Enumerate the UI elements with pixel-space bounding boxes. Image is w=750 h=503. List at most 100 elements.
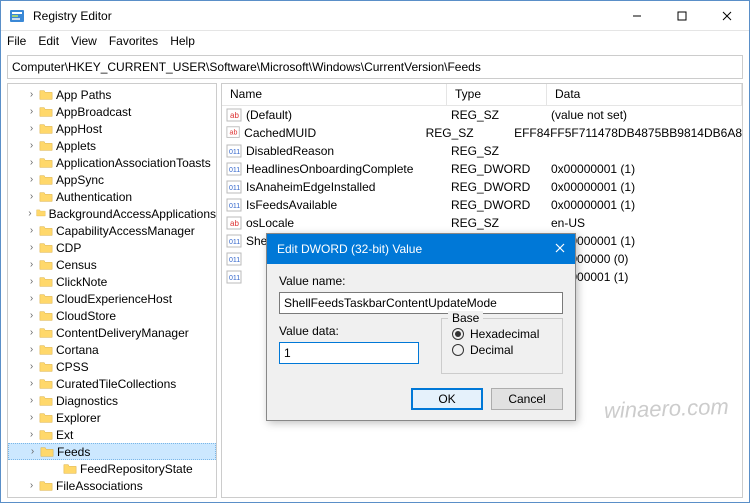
tree-item[interactable]: FeedRepositoryState — [8, 460, 216, 477]
expand-icon[interactable]: › — [26, 208, 34, 219]
cell-type: REG_DWORD — [451, 198, 551, 212]
menu-view[interactable]: View — [71, 34, 97, 48]
col-type[interactable]: Type — [447, 84, 547, 105]
radio-decimal[interactable]: Decimal — [452, 343, 552, 357]
tree-item[interactable]: ›CloudStore — [8, 307, 216, 324]
value-name-input[interactable] — [279, 292, 563, 314]
list-row[interactable]: 011DisabledReasonREG_SZ — [222, 142, 742, 160]
expand-icon[interactable]: › — [26, 89, 37, 100]
base-groupbox: Base Hexadecimal Decimal — [441, 318, 563, 374]
expand-icon[interactable]: › — [26, 140, 37, 151]
tree-item[interactable]: ›CDP — [8, 239, 216, 256]
tree-item-label: Census — [56, 258, 97, 272]
svg-text:011: 011 — [229, 239, 240, 246]
tree-pane[interactable]: ›App Paths›AppBroadcast›AppHost›Applets›… — [7, 83, 217, 498]
svg-text:011: 011 — [229, 257, 240, 264]
tree-item[interactable]: ›CloudExperienceHost — [8, 290, 216, 307]
expand-icon[interactable]: › — [26, 395, 37, 406]
tree-item-label: Diagnostics — [56, 394, 118, 408]
folder-icon — [39, 411, 53, 425]
tree-item[interactable]: ›Authentication — [8, 188, 216, 205]
folder-icon — [39, 343, 53, 357]
expand-icon[interactable]: › — [26, 344, 37, 355]
tree-item[interactable]: ›App Paths — [8, 86, 216, 103]
col-name[interactable]: Name — [222, 84, 447, 105]
value-icon: 011 — [226, 251, 242, 267]
svg-text:ab: ab — [230, 111, 239, 120]
expand-icon[interactable]: › — [26, 106, 37, 117]
folder-icon — [39, 173, 53, 187]
tree-item[interactable]: › Diagnostics — [8, 392, 216, 409]
close-button[interactable] — [704, 1, 749, 30]
list-row[interactable]: 011HeadlinesOnboardingCompleteREG_DWORD0… — [222, 160, 742, 178]
expand-icon[interactable]: › — [26, 327, 37, 338]
tree-item[interactable]: ›AppHost — [8, 120, 216, 137]
maximize-button[interactable] — [659, 1, 704, 30]
expand-icon[interactable]: › — [26, 361, 37, 372]
col-data[interactable]: Data — [547, 84, 742, 105]
tree-item-label: ContentDeliveryManager — [56, 326, 189, 340]
tree-item[interactable]: ›AppSync — [8, 171, 216, 188]
tree-item[interactable]: ›BackgroundAccessApplications — [8, 205, 216, 222]
list-row[interactable]: ab(Default)REG_SZ(value not set) — [222, 106, 742, 124]
expand-icon[interactable]: › — [26, 157, 37, 168]
menubar: File Edit View Favorites Help — [1, 31, 749, 51]
list-row[interactable]: 011IsFeedsAvailableREG_DWORD0x00000001 (… — [222, 196, 742, 214]
address-bar[interactable]: Computer\HKEY_CURRENT_USER\Software\Micr… — [7, 55, 743, 79]
list-row[interactable]: 011IsAnaheimEdgeInstalledREG_DWORD0x0000… — [222, 178, 742, 196]
tree-item[interactable]: ›ClickNote — [8, 273, 216, 290]
expand-icon[interactable]: › — [26, 225, 37, 236]
menu-help[interactable]: Help — [170, 34, 195, 48]
tree-item[interactable]: › Ext — [8, 426, 216, 443]
svg-text:011: 011 — [229, 167, 240, 174]
tree-item[interactable]: ›AppBroadcast — [8, 103, 216, 120]
expand-icon[interactable]: › — [26, 276, 37, 287]
expand-icon[interactable]: › — [26, 191, 37, 202]
expand-icon[interactable]: › — [26, 412, 37, 423]
folder-icon — [39, 377, 53, 391]
tree-item[interactable]: ›Feeds — [8, 443, 216, 460]
expand-icon[interactable]: › — [26, 242, 37, 253]
menu-edit[interactable]: Edit — [38, 34, 59, 48]
tree-item-label: Applets — [56, 139, 96, 153]
value-icon: 011 — [226, 179, 242, 195]
tree-item[interactable]: ›ApplicationAssociationToasts — [8, 154, 216, 171]
folder-icon — [39, 326, 53, 340]
tree-item[interactable]: ›CPSS — [8, 358, 216, 375]
minimize-button[interactable] — [614, 1, 659, 30]
tree-item-label: Ext — [56, 428, 73, 442]
expand-icon[interactable]: › — [26, 429, 37, 440]
expand-icon[interactable]: › — [26, 293, 37, 304]
tree-item[interactable]: ›CapabilityAccessManager — [8, 222, 216, 239]
folder-icon — [63, 462, 77, 476]
tree-item[interactable]: › Census — [8, 256, 216, 273]
folder-icon — [39, 309, 53, 323]
expand-icon[interactable]: › — [26, 123, 37, 134]
expand-icon[interactable]: › — [26, 480, 37, 491]
list-row[interactable]: abosLocaleREG_SZen-US — [222, 214, 742, 232]
radio-dot-icon — [452, 328, 464, 340]
tree-item[interactable]: ›Cortana — [8, 341, 216, 358]
menu-favorites[interactable]: Favorites — [109, 34, 158, 48]
list-row[interactable]: abCachedMUIDREG_SZEFF84FF5F711478DB4875B… — [222, 124, 742, 142]
value-data-input[interactable] — [279, 342, 419, 364]
expand-icon[interactable]: › — [26, 174, 37, 185]
cancel-button[interactable]: Cancel — [491, 388, 563, 410]
tree-item[interactable]: › ContentDeliveryManager — [8, 324, 216, 341]
ok-button[interactable]: OK — [411, 388, 483, 410]
expand-icon[interactable]: › — [26, 310, 37, 321]
menu-file[interactable]: File — [7, 34, 26, 48]
dialog-close-button[interactable] — [525, 242, 565, 256]
cell-type: REG_SZ — [451, 144, 551, 158]
expand-icon[interactable]: › — [27, 446, 38, 457]
tree-item[interactable]: ›FileAssociations — [8, 477, 216, 494]
radio-hexadecimal[interactable]: Hexadecimal — [452, 327, 552, 341]
tree-item[interactable]: › Applets — [8, 137, 216, 154]
expand-icon[interactable]: › — [26, 378, 37, 389]
cell-data: 0x00000001 (1) — [551, 234, 742, 248]
expand-icon[interactable]: › — [26, 259, 37, 270]
tree-item[interactable]: ›Explorer — [8, 409, 216, 426]
cell-name: IsFeedsAvailable — [246, 198, 451, 212]
tree-item-label: FeedRepositoryState — [80, 462, 193, 476]
tree-item[interactable]: ›CuratedTileCollections — [8, 375, 216, 392]
